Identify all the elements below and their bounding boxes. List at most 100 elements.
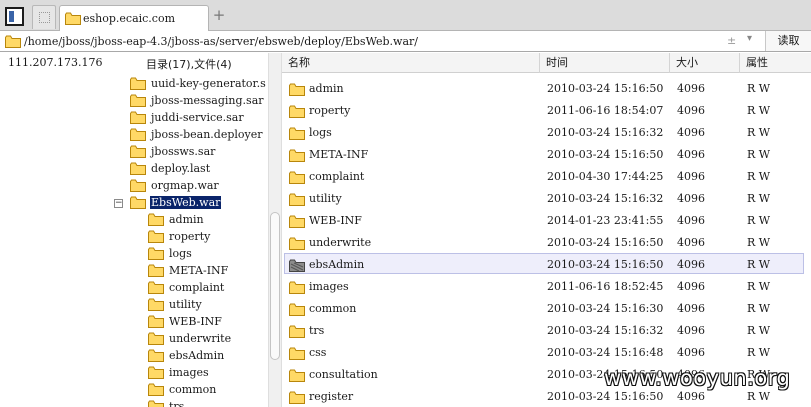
file-attr: R W [747, 170, 771, 183]
file-time: 2010-03-24 15:16:50 [547, 390, 664, 403]
tree-item-label: ebsAdmin [169, 349, 225, 362]
file-attr: R W [747, 302, 771, 315]
file-list: admin 2010-03-24 15:16:50 4096 R W roperty 20… [282, 74, 811, 407]
folder-icon [289, 303, 305, 316]
file-row[interactable]: trs 2010-03-24 15:16:32 4096 R W [284, 319, 804, 340]
chevron-down-icon[interactable]: ▾ [747, 33, 752, 44]
file-time: 2014-01-23 23:41:55 [547, 214, 664, 227]
file-row[interactable]: roperty 2011-06-16 18:54:07 4096 R W [284, 99, 804, 120]
folder-icon [65, 12, 81, 25]
tree-item-label: logs [169, 247, 192, 260]
folder-icon [148, 366, 164, 379]
file-row[interactable]: underwrite 2010-03-24 15:16:50 4096 R W [284, 231, 804, 252]
file-name: WEB-INF [309, 214, 362, 227]
file-name: META-INF [309, 148, 369, 161]
file-row[interactable]: common 2010-03-24 15:16:30 4096 R W [284, 297, 804, 318]
file-name: trs [309, 324, 325, 337]
file-size: 4096 [677, 82, 705, 95]
path-input[interactable] [24, 34, 714, 49]
folder-icon [289, 281, 305, 294]
folder-icon [289, 149, 305, 162]
folder-icon [289, 215, 305, 228]
file-row[interactable]: ebsAdmin 2010-03-24 15:16:50 4096 R W [284, 253, 804, 274]
folder-icon [289, 83, 305, 96]
file-name: images [309, 280, 349, 293]
folder-icon [289, 193, 305, 206]
tab-active[interactable]: eshop.ecaic.com [59, 5, 209, 31]
file-name: register [309, 390, 354, 403]
file-row[interactable]: css 2010-03-24 15:16:48 4096 R W [284, 341, 804, 362]
collapse-toggle-icon[interactable]: − [114, 199, 123, 208]
file-size: 4096 [677, 302, 705, 315]
tree-item-label: deploy.last [151, 162, 211, 175]
file-size: 4096 [677, 258, 705, 271]
file-size: 4096 [677, 214, 705, 227]
file-row[interactable]: images 2011-06-16 18:52:45 4096 R W [284, 275, 804, 296]
column-header-name[interactable]: 名称 [282, 53, 540, 73]
folder-icon [289, 171, 305, 184]
tree-item-label: common [169, 383, 217, 396]
column-header-time[interactable]: 时间 [540, 53, 670, 73]
file-row[interactable]: WEB-INF 2014-01-23 23:41:55 4096 R W [284, 209, 804, 230]
read-button[interactable]: 读取 [765, 31, 811, 51]
file-time: 2010-04-30 17:44:25 [547, 170, 664, 183]
tree-item-label: utility [169, 298, 202, 311]
folder-icon [130, 128, 146, 141]
file-attr: R W [747, 104, 771, 117]
file-time: 2010-03-24 15:16:30 [547, 302, 664, 315]
tree-item-label: complaint [169, 281, 225, 294]
tree-item-label: jbossws.sar [151, 145, 216, 158]
file-time: 2011-06-16 18:54:07 [547, 104, 664, 117]
tree-item-label: underwrite [169, 332, 232, 345]
tree-item-label: admin [169, 213, 204, 226]
folder-icon [148, 315, 164, 328]
file-time: 2010-03-24 15:16:32 [547, 324, 664, 337]
file-row[interactable]: META-INF 2010-03-24 15:16:50 4096 R W [284, 143, 804, 164]
file-attr: R W [747, 148, 771, 161]
file-name: utility [309, 192, 342, 205]
plus-minus-icon[interactable]: ± [727, 34, 736, 47]
folder-icon [130, 111, 146, 124]
file-attr: R W [747, 214, 771, 227]
file-row[interactable]: complaint 2010-04-30 17:44:25 4096 R W [284, 165, 804, 186]
file-time: 2011-06-16 18:52:45 [547, 280, 664, 293]
file-row[interactable]: admin 2010-03-24 15:16:50 4096 R W [284, 77, 804, 98]
blank-page-icon [39, 12, 50, 23]
column-header-size[interactable]: 大小 [670, 53, 740, 73]
file-row[interactable]: logs 2010-03-24 15:16:32 4096 R W [284, 121, 804, 142]
file-time: 2010-03-24 15:16:32 [547, 192, 664, 205]
file-name: common [309, 302, 357, 315]
file-name: complaint [309, 170, 365, 183]
file-size: 4096 [677, 126, 705, 139]
window-icon[interactable] [5, 7, 24, 26]
directory-count: 目录(17),文件(4) [146, 58, 232, 71]
file-time: 2010-03-24 15:16:50 [547, 236, 664, 249]
watermark: www.wooyun.org [604, 366, 791, 390]
folder-icon [130, 162, 146, 175]
tree-item-label: orgmap.war [151, 179, 219, 192]
tree-item-label: META-INF [169, 264, 229, 277]
file-name: admin [309, 82, 344, 95]
folder-icon [130, 196, 146, 209]
file-size: 4096 [677, 148, 705, 161]
file-time: 2010-03-24 15:16:32 [547, 126, 664, 139]
new-tab-button[interactable]: + [211, 7, 227, 23]
folder-icon [130, 179, 146, 192]
tree-item-label: roperty [169, 230, 211, 243]
folder-icon [289, 391, 305, 404]
tree-scrollbar-thumb[interactable] [270, 212, 280, 360]
file-time: 2010-03-24 15:16:48 [547, 346, 664, 359]
file-name: consultation [309, 368, 378, 381]
file-attr: R W [747, 280, 771, 293]
folder-icon [148, 213, 164, 226]
tree-item-label: WEB-INF [169, 315, 222, 328]
file-size: 4096 [677, 236, 705, 249]
column-header-attr[interactable]: 属性 [740, 53, 811, 73]
folder-icon [148, 332, 164, 345]
file-list-header: 名称 时间 大小 属性 [282, 53, 811, 73]
file-size: 4096 [677, 104, 705, 117]
server-ip: 111.207.173.176 [8, 56, 103, 69]
blank-tab[interactable] [32, 5, 56, 29]
file-row[interactable]: utility 2010-03-24 15:16:32 4096 R W [284, 187, 804, 208]
directory-tree: uuid-key-generator.s jboss-messaging.sar j… [0, 74, 268, 407]
